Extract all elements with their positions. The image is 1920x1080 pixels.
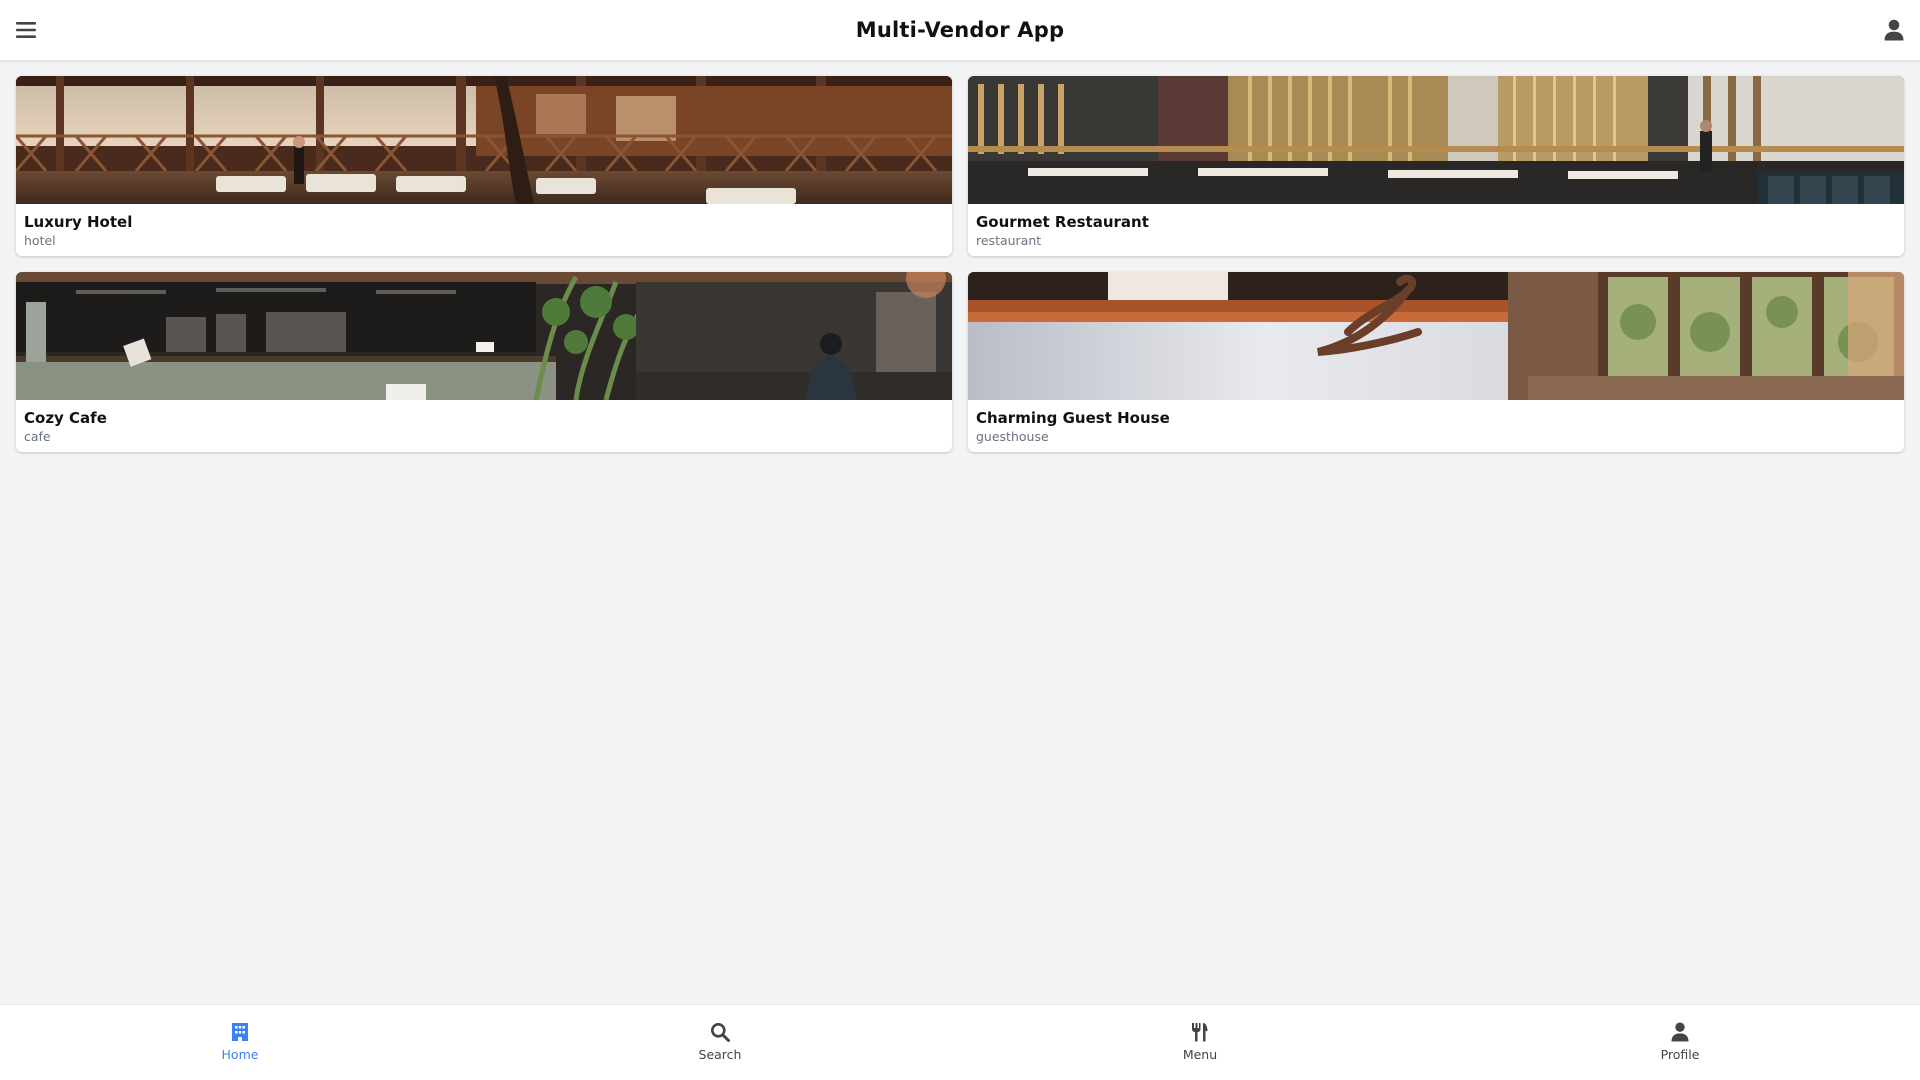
nav-label: Search — [698, 1047, 742, 1062]
vendor-name: Charming Guest House — [976, 409, 1170, 427]
vendor-name: Luxury Hotel — [24, 213, 133, 231]
nav-label: Profile — [1660, 1047, 1700, 1062]
vendor-card-charming-guest-house[interactable]: Charming Guest House guesthouse — [968, 272, 1904, 452]
nav-item-home[interactable]: Home — [0, 1005, 480, 1080]
app-title: Multi-Vendor App — [855, 18, 1065, 42]
vendor-type: hotel — [24, 233, 56, 248]
vendor-type: cafe — [24, 429, 51, 444]
vendor-name: Gourmet Restaurant — [976, 213, 1149, 231]
top-app-bar: Multi-Vendor App — [0, 0, 1920, 60]
nav-label: Menu — [1182, 1047, 1218, 1062]
vendor-photo — [968, 76, 1904, 204]
building-icon — [229, 1021, 251, 1043]
nav-item-profile[interactable]: Profile — [1440, 1005, 1920, 1080]
vendor-info: Gourmet Restaurant restaurant — [968, 204, 1904, 249]
vendor-info: Cozy Cafe cafe — [16, 400, 952, 445]
utensils-icon — [1189, 1021, 1211, 1043]
vendor-card-cozy-cafe[interactable]: Cozy Cafe cafe — [16, 272, 952, 452]
nav-item-search[interactable]: Search — [480, 1005, 960, 1080]
vendor-photo — [16, 76, 952, 204]
vendor-name: Cozy Cafe — [24, 409, 107, 427]
vendor-card-luxury-hotel[interactable]: Luxury Hotel hotel — [16, 76, 952, 256]
vendor-grid: Luxury Hotel hotel Gourmet Restaurant re… — [16, 76, 1904, 452]
vendor-photo — [16, 272, 952, 400]
search-icon — [709, 1021, 731, 1043]
vendor-type: guesthouse — [976, 429, 1049, 444]
nav-label: Home — [221, 1047, 259, 1062]
nav-item-menu[interactable]: Menu — [960, 1005, 1440, 1080]
bottom-navigation: Home Search Menu Profile — [0, 1004, 1920, 1080]
vendor-photo — [968, 272, 1904, 400]
vendor-card-gourmet-restaurant[interactable]: Gourmet Restaurant restaurant — [968, 76, 1904, 256]
vendor-type: restaurant — [976, 233, 1042, 248]
user-icon — [1669, 1021, 1691, 1043]
vendor-info: Luxury Hotel hotel — [16, 204, 952, 249]
vendor-info: Charming Guest House guesthouse — [968, 400, 1904, 445]
hamburger-menu-icon[interactable] — [14, 16, 38, 44]
user-icon[interactable] — [1882, 16, 1906, 44]
